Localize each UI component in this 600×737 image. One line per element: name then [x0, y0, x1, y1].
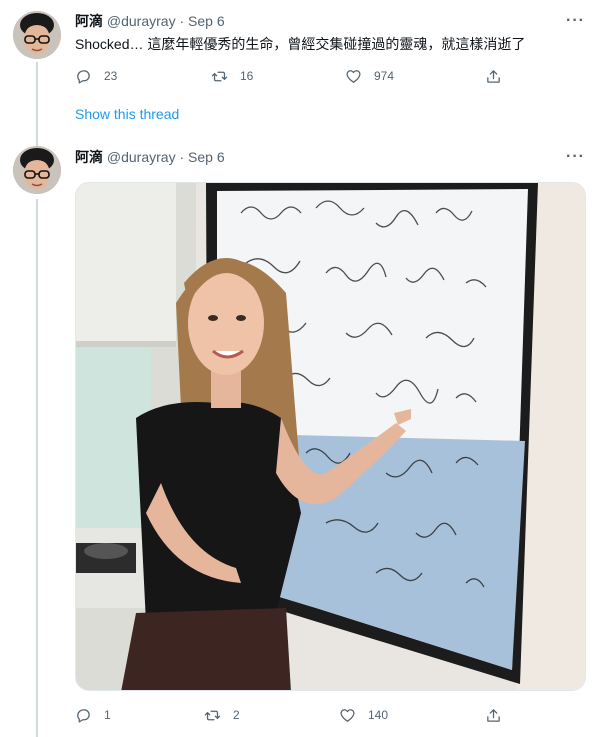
photo-woman-pointing-at-signature-board	[76, 183, 585, 690]
tweet-2[interactable]: 阿滴 @durayray · Sep 6 ··· 1 2 140	[0, 0, 600, 737]
retweet-icon	[204, 710, 221, 720]
author-name[interactable]: 阿滴	[75, 149, 103, 165]
avatar-image	[13, 146, 61, 194]
author-handle[interactable]: @durayray	[107, 149, 176, 165]
tweet-actions: 1 2 140	[75, 705, 515, 725]
tweet-date[interactable]: Sep 6	[188, 149, 225, 165]
thread-connector-line	[36, 199, 38, 737]
like-icon	[340, 708, 355, 722]
like-button[interactable]: 140	[339, 705, 388, 725]
separator-dot: ·	[179, 149, 185, 165]
tweet-photo[interactable]	[75, 182, 586, 691]
reply-count: 1	[104, 708, 111, 722]
retweet-button[interactable]: 2	[204, 705, 240, 725]
share-icon	[487, 708, 500, 722]
reply-button[interactable]: 1	[75, 705, 111, 725]
retweet-count: 2	[233, 708, 240, 722]
like-count: 140	[368, 708, 389, 722]
avatar[interactable]	[13, 146, 61, 194]
reply-icon	[77, 708, 90, 723]
more-icon[interactable]: ···	[566, 148, 585, 166]
share-button[interactable]	[485, 705, 502, 725]
tweet-header: 阿滴 @durayray · Sep 6	[75, 148, 225, 166]
